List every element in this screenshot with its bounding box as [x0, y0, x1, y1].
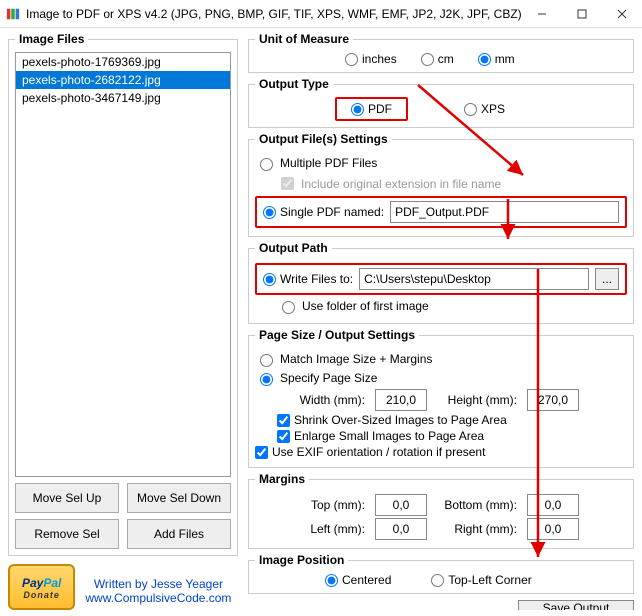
window-title: Image to PDF or XPS v4.2 (JPG, PNG, BMP,…	[26, 7, 522, 21]
page-size-group: Page Size / Output Settings Match Image …	[248, 328, 634, 468]
centered-radio[interactable]: Centered	[325, 573, 391, 587]
shrink-checkbox[interactable]: Shrink Over-Sized Images to Page Area	[255, 413, 627, 427]
left-margin-input[interactable]	[375, 518, 427, 540]
top-margin-label: Top (mm):	[295, 498, 365, 512]
specify-page-radio[interactable]: Specify Page Size	[255, 370, 627, 386]
single-pdf-radio[interactable]: Single PDF named:	[263, 205, 384, 219]
save-output-button[interactable]: Save Output	[518, 600, 634, 610]
output-path-group: Output Path Write Files to: ... Use fold…	[248, 241, 634, 324]
credits: Written by Jesse Yeager www.CompulsiveCo…	[85, 577, 231, 605]
titlebar: Image to PDF or XPS v4.2 (JPG, PNG, BMP,…	[0, 0, 642, 28]
margins-legend: Margins	[255, 472, 309, 486]
output-path-legend: Output Path	[255, 241, 332, 255]
include-extension-checkbox: Include original extension in file name	[255, 174, 627, 193]
file-item[interactable]: pexels-photo-1769369.jpg	[16, 53, 230, 71]
write-files-to-radio[interactable]: Write Files to:	[263, 272, 353, 286]
top-margin-input[interactable]	[375, 494, 427, 516]
unit-mm-radio[interactable]: mm	[478, 52, 515, 66]
enlarge-checkbox[interactable]: Enlarge Small Images to Page Area	[255, 429, 627, 443]
unit-of-measure-group: Unit of Measure inches cm mm	[248, 32, 634, 73]
move-sel-up-button[interactable]: Move Sel Up	[15, 483, 119, 513]
output-type-group: Output Type PDF XPS	[248, 77, 634, 128]
bottom-margin-input[interactable]	[527, 494, 579, 516]
output-files-legend: Output File(s) Settings	[255, 132, 392, 146]
unit-cm-radio[interactable]: cm	[421, 52, 454, 66]
right-margin-label: Right (mm):	[437, 522, 517, 536]
width-label: Width (mm):	[295, 393, 365, 407]
output-type-pdf-radio[interactable]: PDF	[351, 102, 392, 116]
topleft-radio[interactable]: Top-Left Corner	[431, 573, 531, 587]
unit-legend: Unit of Measure	[255, 32, 353, 46]
output-type-legend: Output Type	[255, 77, 333, 91]
unit-inches-radio[interactable]: inches	[345, 52, 397, 66]
file-item[interactable]: pexels-photo-3467149.jpg	[16, 89, 230, 107]
bottom-margin-label: Bottom (mm):	[437, 498, 517, 512]
exif-checkbox[interactable]: Use EXIF orientation / rotation if prese…	[255, 445, 627, 459]
single-pdf-name-input[interactable]	[390, 201, 619, 223]
file-item[interactable]: pexels-photo-2682122.jpg	[16, 71, 230, 89]
image-files-group: Image Files pexels-photo-1769369.jpgpexe…	[8, 32, 238, 556]
height-input[interactable]	[527, 389, 579, 411]
use-folder-radio[interactable]: Use folder of first image	[255, 298, 627, 314]
output-files-group: Output File(s) Settings Multiple PDF Fil…	[248, 132, 634, 237]
output-type-xps-radio[interactable]: XPS	[464, 102, 505, 116]
written-by: Written by Jesse Yeager	[85, 577, 231, 591]
margins-group: Margins Top (mm): Bottom (mm): Left (mm)…	[248, 472, 634, 549]
image-position-group: Image Position Centered Top-Left Corner	[248, 553, 634, 594]
multiple-pdf-radio[interactable]: Multiple PDF Files	[255, 155, 627, 171]
add-files-button[interactable]: Add Files	[127, 519, 231, 549]
close-button[interactable]	[602, 0, 642, 28]
match-image-radio[interactable]: Match Image Size + Margins	[255, 351, 627, 367]
file-list[interactable]: pexels-photo-1769369.jpgpexels-photo-268…	[15, 52, 231, 477]
height-label: Height (mm):	[437, 393, 517, 407]
paypal-donate-button[interactable]: PayPalDonate	[8, 564, 75, 610]
site-link[interactable]: www.CompulsiveCode.com	[85, 591, 231, 605]
width-input[interactable]	[375, 389, 427, 411]
image-files-legend: Image Files	[15, 32, 88, 46]
right-margin-input[interactable]	[527, 518, 579, 540]
move-sel-down-button[interactable]: Move Sel Down	[127, 483, 231, 513]
browse-button[interactable]: ...	[595, 268, 619, 290]
app-icon	[6, 7, 20, 21]
minimize-button[interactable]	[522, 0, 562, 28]
maximize-button[interactable]	[562, 0, 602, 28]
left-margin-label: Left (mm):	[295, 522, 365, 536]
remove-sel-button[interactable]: Remove Sel	[15, 519, 119, 549]
output-path-input[interactable]	[359, 268, 589, 290]
image-position-legend: Image Position	[255, 553, 348, 567]
page-size-legend: Page Size / Output Settings	[255, 328, 419, 342]
